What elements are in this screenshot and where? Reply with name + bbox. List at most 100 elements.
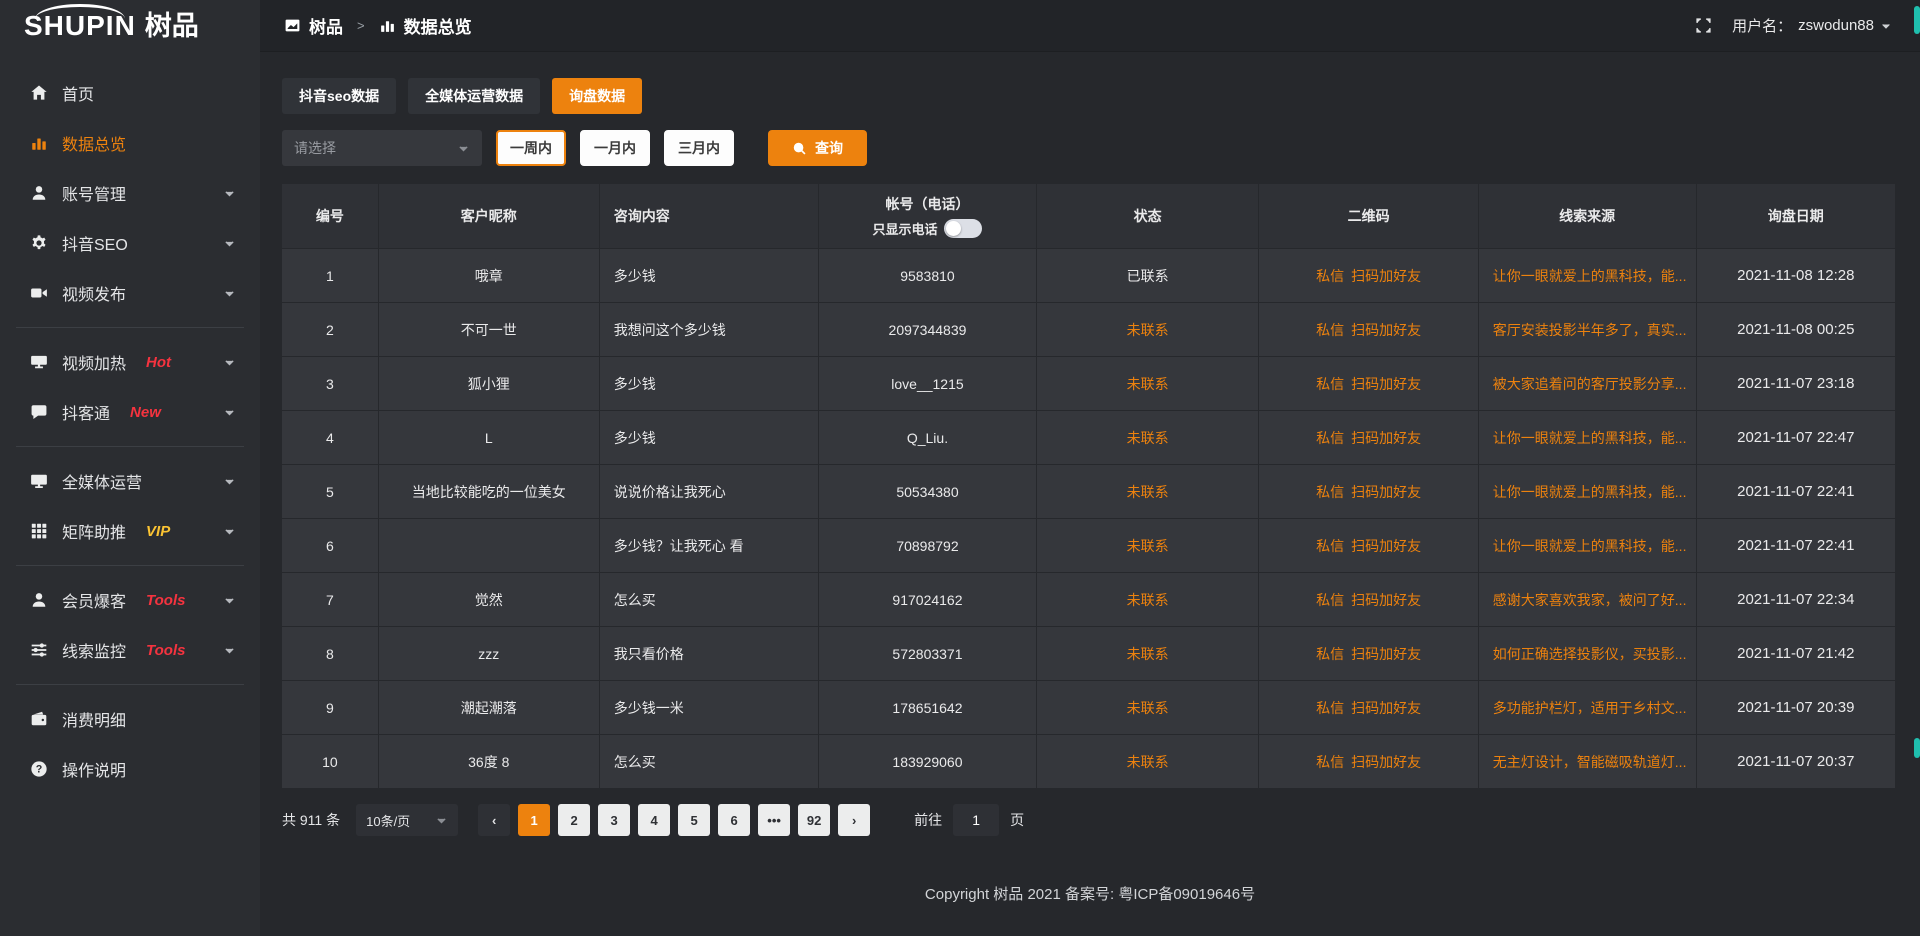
source-cell[interactable]: 无主灯设计，智能磁吸轨道灯...	[1479, 735, 1697, 788]
private-message-link[interactable]: 私信	[1316, 752, 1344, 772]
sidebar-item-matrix-boost[interactable]: 矩阵助推VIP	[0, 506, 260, 556]
row-id: 3	[282, 357, 379, 410]
inquiry-table: 编号 客户昵称 咨询内容 帐号（电话） 只显示电话 状态 二维码 线索来源 询盘…	[282, 184, 1895, 788]
topbar-right: 用户名： zswodun88	[1695, 15, 1892, 36]
page-button-4[interactable]: 4	[638, 804, 670, 836]
private-message-link[interactable]: 私信	[1316, 536, 1344, 556]
copyright-text: Copyright 树品 2021 备案号: 粤ICP备09019646号	[925, 883, 1255, 904]
goto-page-input[interactable]: 1	[953, 804, 999, 836]
source-cell[interactable]: 让你一眼就爱上的黑科技，能...	[1479, 465, 1697, 518]
prev-page-button[interactable]: ‹	[478, 804, 510, 836]
chevron-down-icon	[223, 356, 236, 369]
scan-add-friend-link[interactable]: 扫码加好友	[1351, 428, 1421, 448]
page-size-select[interactable]: 10条/页	[356, 804, 458, 836]
private-message-link[interactable]: 私信	[1316, 482, 1344, 502]
table-row: 8zzz我只看价格572803371未联系私信扫码加好友如何正确选择投影仪，买投…	[282, 626, 1895, 680]
scan-add-friend-link[interactable]: 扫码加好友	[1351, 266, 1421, 286]
nickname-cell: zzz	[379, 627, 600, 680]
chevron-down-icon	[223, 644, 236, 657]
page-button-92[interactable]: 92	[798, 804, 830, 836]
account-cell: 2097344839	[819, 303, 1037, 356]
sidebar-item-doukutong[interactable]: 抖客通New	[0, 387, 260, 437]
sidebar-item-lead-monitor[interactable]: 线索监控Tools	[0, 625, 260, 675]
scan-add-friend-link[interactable]: 扫码加好友	[1351, 374, 1421, 394]
table-row: 5当地比较能吃的一位美女说说价格让我死心50534380未联系私信扫码加好友让你…	[282, 464, 1895, 518]
sidebar-item-operation-guide[interactable]: ?操作说明	[0, 744, 260, 794]
sidebar-divider	[16, 446, 244, 447]
status-cell: 已联系	[1037, 249, 1260, 302]
page-button-6[interactable]: 6	[718, 804, 750, 836]
private-message-link[interactable]: 私信	[1316, 644, 1344, 664]
source-cell[interactable]: 被大家追着问的客厅投影分享...	[1479, 357, 1697, 410]
tab-inquiry-data[interactable]: 询盘数据	[552, 78, 642, 114]
tab-media-operation-data[interactable]: 全媒体运营数据	[408, 78, 540, 114]
qrcode-cell: 私信扫码加好友	[1259, 303, 1478, 356]
filter-select[interactable]: 请选择	[282, 130, 482, 166]
private-message-link[interactable]: 私信	[1316, 698, 1344, 718]
scrollbar-thumb[interactable]	[1914, 738, 1920, 758]
range-button-one-week[interactable]: 一周内	[496, 130, 566, 166]
account-cell: 917024162	[819, 573, 1037, 626]
filter-bar: 请选择 一周内一月内三月内 查询	[282, 130, 1895, 166]
source-cell[interactable]: 如何正确选择投影仪，买投影...	[1479, 627, 1697, 680]
scan-add-friend-link[interactable]: 扫码加好友	[1351, 482, 1421, 502]
scrollbar-thumb[interactable]	[1914, 6, 1920, 34]
source-cell[interactable]: 多功能护栏灯，适用于乡村文...	[1479, 681, 1697, 734]
source-cell[interactable]: 客厅安装投影半年多了，真实...	[1479, 303, 1697, 356]
sidebar-item-data-overview[interactable]: 数据总览	[0, 118, 260, 168]
scan-add-friend-link[interactable]: 扫码加好友	[1351, 644, 1421, 664]
scan-add-friend-link[interactable]: 扫码加好友	[1351, 320, 1421, 340]
source-cell[interactable]: 感谢大家喜欢我家，被问了好...	[1479, 573, 1697, 626]
scan-add-friend-link[interactable]: 扫码加好友	[1351, 752, 1421, 772]
scan-add-friend-link[interactable]: 扫码加好友	[1351, 536, 1421, 556]
range-button-one-month[interactable]: 一月内	[580, 130, 650, 166]
content-cell: 怎么买	[600, 735, 819, 788]
row-id: 2	[282, 303, 379, 356]
nickname-cell: 36度 8	[379, 735, 600, 788]
breadcrumb-separator: >	[357, 18, 365, 33]
source-cell[interactable]: 让你一眼就爱上的黑科技，能...	[1479, 249, 1697, 302]
chevron-down-icon	[223, 594, 236, 607]
user-menu[interactable]: 用户名： zswodun88	[1732, 15, 1892, 36]
private-message-link[interactable]: 私信	[1316, 266, 1344, 286]
private-message-link[interactable]: 私信	[1316, 374, 1344, 394]
status-cell: 未联系	[1037, 411, 1260, 464]
sidebar-item-member-burst[interactable]: 会员爆客Tools	[0, 575, 260, 625]
sidebar-item-video-heat[interactable]: 视频加热Hot	[0, 337, 260, 387]
chevron-down-icon	[223, 237, 236, 250]
qrcode-cell: 私信扫码加好友	[1259, 681, 1478, 734]
tab-douyin-seo-data[interactable]: 抖音seo数据	[282, 78, 396, 114]
next-page-button[interactable]: ›	[838, 804, 870, 836]
scan-add-friend-link[interactable]: 扫码加好友	[1351, 698, 1421, 718]
phone-only-toggle[interactable]	[944, 219, 982, 238]
sidebar-item-video-publish[interactable]: 视频发布	[0, 268, 260, 318]
page-button-2[interactable]: 2	[558, 804, 590, 836]
app-window: SHUPIN 树品 首页数据总览账号管理抖音SEO视频发布视频加热Hot抖客通N…	[0, 0, 1920, 936]
private-message-link[interactable]: 私信	[1316, 590, 1344, 610]
private-message-link[interactable]: 私信	[1316, 320, 1344, 340]
page-button-1[interactable]: 1	[518, 804, 550, 836]
range-button-three-months[interactable]: 三月内	[664, 130, 734, 166]
content-cell: 我只看价格	[600, 627, 819, 680]
sidebar-item-badge: New	[130, 404, 161, 421]
account-cell: 178651642	[819, 681, 1037, 734]
page-button-3[interactable]: 3	[598, 804, 630, 836]
sidebar-item-home[interactable]: 首页	[0, 68, 260, 118]
chevron-down-icon	[1880, 20, 1892, 32]
breadcrumb-home[interactable]: 树品	[309, 13, 343, 38]
col-header-id: 编号	[282, 184, 379, 248]
page-ellipsis-button[interactable]: •••	[758, 804, 790, 836]
sidebar-item-consumption-detail[interactable]: 消费明细	[0, 694, 260, 744]
scan-add-friend-link[interactable]: 扫码加好友	[1351, 590, 1421, 610]
page-button-5[interactable]: 5	[678, 804, 710, 836]
fullscreen-icon[interactable]	[1695, 17, 1712, 34]
table-row: 7觉然怎么买917024162未联系私信扫码加好友感谢大家喜欢我家，被问了好..…	[282, 572, 1895, 626]
private-message-link[interactable]: 私信	[1316, 428, 1344, 448]
brand-logo[interactable]: SHUPIN 树品	[0, 0, 260, 52]
sidebar-item-media-operation[interactable]: 全媒体运营	[0, 456, 260, 506]
source-cell[interactable]: 让你一眼就爱上的黑科技，能...	[1479, 519, 1697, 572]
sidebar-item-account-management[interactable]: 账号管理	[0, 168, 260, 218]
source-cell[interactable]: 让你一眼就爱上的黑科技，能...	[1479, 411, 1697, 464]
sidebar-item-douyin-seo[interactable]: 抖音SEO	[0, 218, 260, 268]
query-button[interactable]: 查询	[768, 130, 867, 166]
